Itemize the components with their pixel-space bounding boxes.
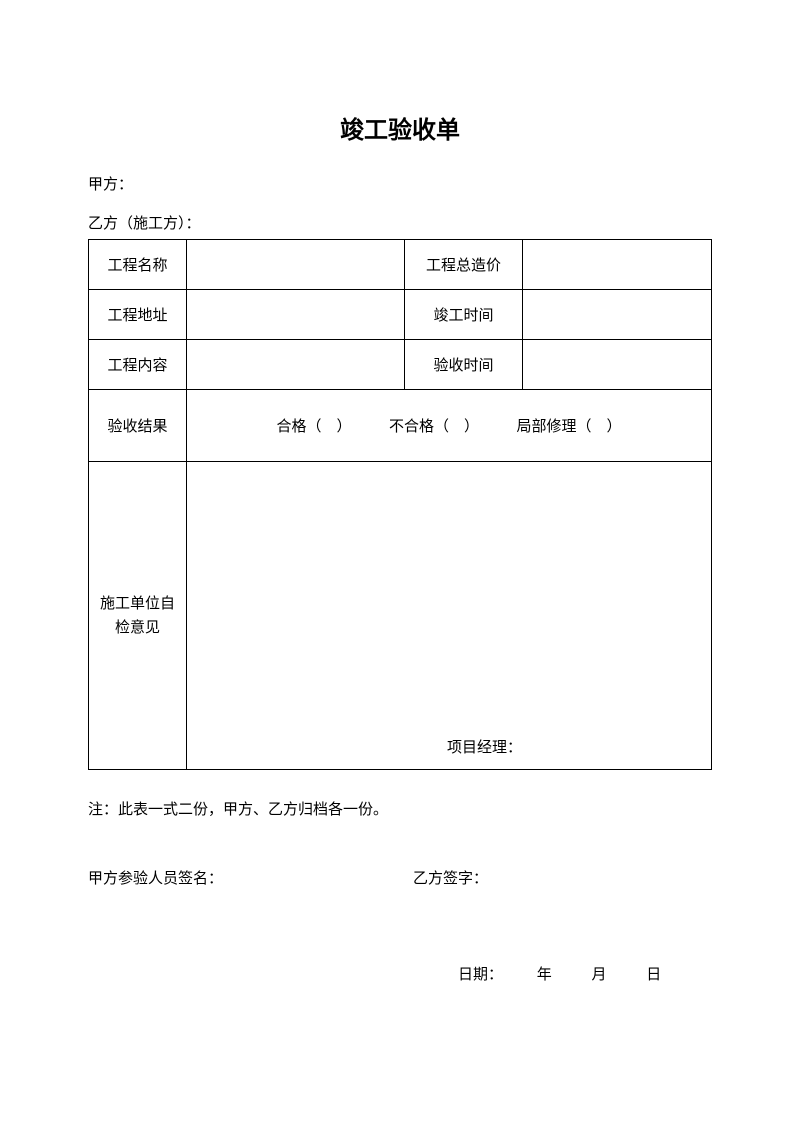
table-row: 工程地址 竣工时间 <box>89 290 712 340</box>
sign-party-b: 乙方签字： <box>413 867 488 888</box>
label-project-address: 工程地址 <box>89 290 187 340</box>
date-label: 日期： <box>458 963 503 984</box>
date-row: 日期： 年 月 日 <box>88 963 712 984</box>
label-total-cost: 工程总造价 <box>405 240 523 290</box>
label-acceptance-time: 验收时间 <box>405 340 523 390</box>
sign-party-a: 甲方参验人员签名： <box>88 867 413 888</box>
value-project-address[interactable] <box>187 290 405 340</box>
date-day: 日 <box>646 963 661 984</box>
label-opinion: 施工单位自 检意见 <box>89 462 187 770</box>
signature-row: 甲方参验人员签名： 乙方签字： <box>88 867 712 888</box>
document-title: 竣工验收单 <box>88 110 712 145</box>
label-project-name: 工程名称 <box>89 240 187 290</box>
party-a-line: 甲方： <box>88 173 712 194</box>
date-year: 年 <box>537 963 552 984</box>
result-options[interactable]: 合格（ ） 不合格（ ） 局部修理（ ） <box>187 390 712 462</box>
document-page: 竣工验收单 甲方： 乙方（施工方）： 工程名称 工程总造价 工程地址 竣工时间 … <box>0 0 800 1044</box>
label-acceptance-result: 验收结果 <box>89 390 187 462</box>
value-opinion[interactable]: 项目经理： <box>187 462 712 770</box>
label-project-manager: 项目经理： <box>447 736 522 757</box>
table-row: 验收结果 合格（ ） 不合格（ ） 局部修理（ ） <box>89 390 712 462</box>
table-row: 工程内容 验收时间 <box>89 340 712 390</box>
date-month: 月 <box>592 963 607 984</box>
value-total-cost[interactable] <box>523 240 712 290</box>
value-project-name[interactable] <box>187 240 405 290</box>
value-acceptance-time[interactable] <box>523 340 712 390</box>
opinion-label-line2: 检意见 <box>115 620 160 636</box>
note-text: 注：此表一式二份，甲方、乙方归档各一份。 <box>88 798 712 819</box>
label-project-content: 工程内容 <box>89 340 187 390</box>
acceptance-table: 工程名称 工程总造价 工程地址 竣工时间 工程内容 验收时间 验收结果 合格（ … <box>88 239 712 770</box>
value-project-content[interactable] <box>187 340 405 390</box>
table-row: 施工单位自 检意见 项目经理： <box>89 462 712 770</box>
opinion-label-line1: 施工单位自 <box>100 596 175 612</box>
label-completion-time: 竣工时间 <box>405 290 523 340</box>
table-row: 工程名称 工程总造价 <box>89 240 712 290</box>
party-b-line: 乙方（施工方）： <box>88 212 712 233</box>
value-completion-time[interactable] <box>523 290 712 340</box>
